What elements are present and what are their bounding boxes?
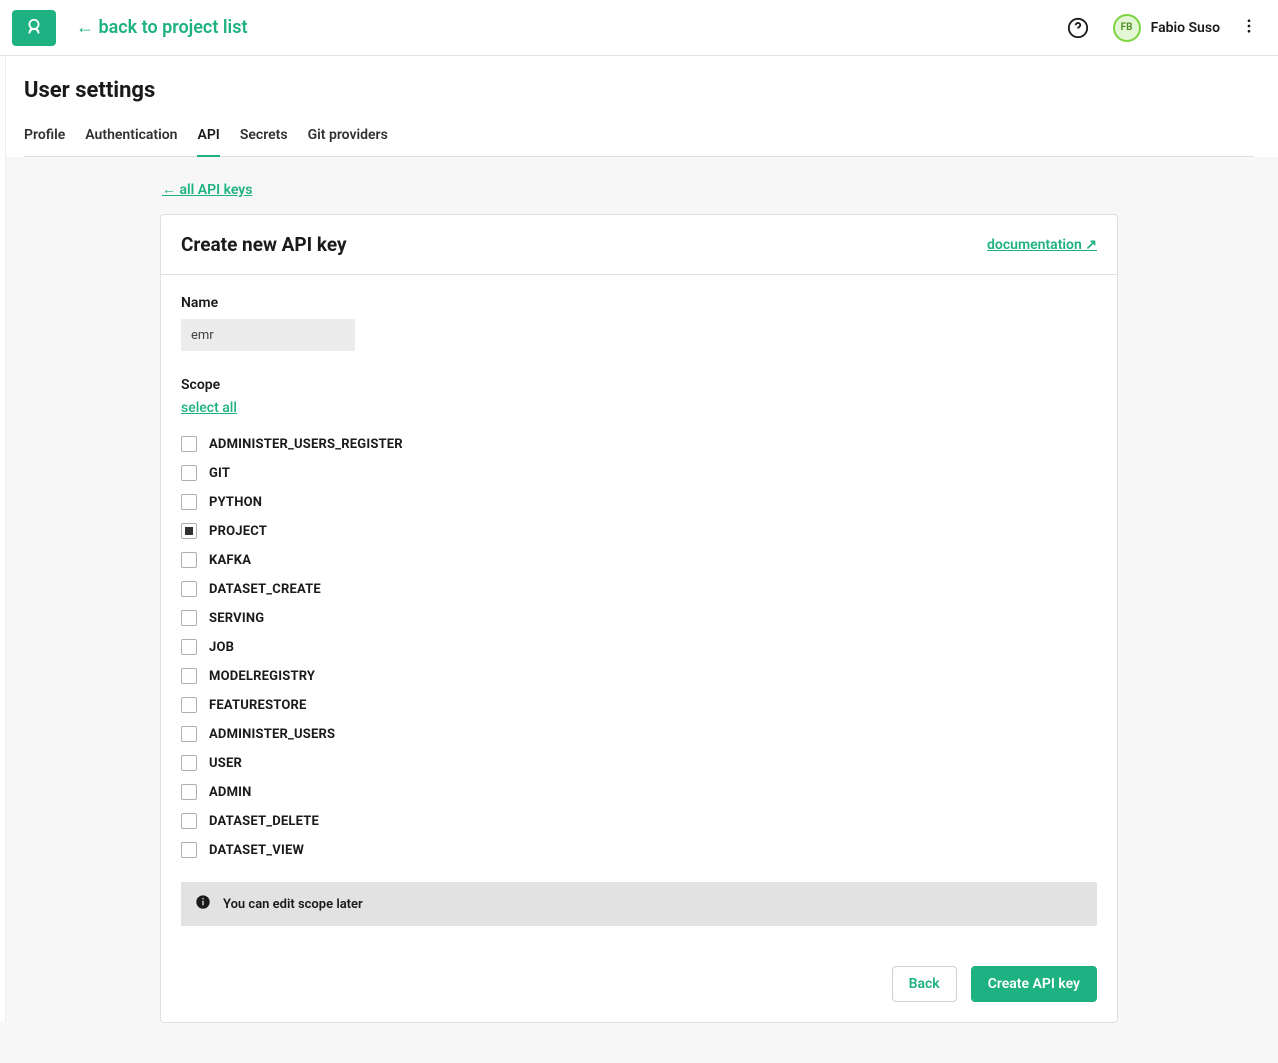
back-button[interactable]: Back <box>892 966 957 1002</box>
tab-api[interactable]: API <box>197 117 219 157</box>
scope-label: FEATURESTORE <box>209 698 307 713</box>
scope-row[interactable]: ADMIN <box>181 782 1097 802</box>
scope-label: DATASET_DELETE <box>209 814 319 829</box>
scope-row[interactable]: MODELREGISTRY <box>181 666 1097 686</box>
checkbox[interactable] <box>181 465 197 481</box>
tab-authentication[interactable]: Authentication <box>85 117 177 157</box>
scope-label: DATASET_VIEW <box>209 843 304 858</box>
create-api-key-card: Create new API key documentation ↗ Name … <box>160 214 1118 1023</box>
scope-label: GIT <box>209 466 230 481</box>
left-rail <box>0 56 6 1021</box>
scope-label: ADMINISTER_USERS_REGISTER <box>209 437 403 452</box>
content-area: all API keys Create new API key document… <box>0 157 1278 1063</box>
card-body: Name Scope select all ADMINISTER_USERS_R… <box>161 275 1117 946</box>
scope-row[interactable]: USER <box>181 753 1097 773</box>
info-text: You can edit scope later <box>223 897 363 912</box>
scope-label: ADMIN <box>209 785 252 800</box>
tab-git-providers[interactable]: Git providers <box>308 117 388 157</box>
scope-label: PYTHON <box>209 495 262 510</box>
scope-row[interactable]: GIT <box>181 463 1097 483</box>
select-all-link[interactable]: select all <box>181 400 237 416</box>
checkbox[interactable] <box>181 726 197 742</box>
tab-profile[interactable]: Profile <box>24 117 65 157</box>
avatar[interactable]: FB <box>1113 14 1141 42</box>
checkbox[interactable] <box>181 813 197 829</box>
scope-row[interactable]: ADMINISTER_USERS <box>181 724 1097 744</box>
checkbox[interactable] <box>181 552 197 568</box>
scope-label: ADMINISTER_USERS <box>209 727 335 742</box>
checkbox[interactable] <box>181 697 197 713</box>
scope-row[interactable]: JOB <box>181 637 1097 657</box>
scope-label: MODELREGISTRY <box>209 669 315 684</box>
username: Fabio Suso <box>1151 20 1220 36</box>
page-header: User settings Profile Authentication API Se… <box>0 56 1278 157</box>
checkbox[interactable] <box>181 668 197 684</box>
create-api-key-button[interactable]: Create API key <box>971 966 1097 1002</box>
name-input[interactable] <box>181 319 355 351</box>
scope-row[interactable]: FEATURESTORE <box>181 695 1097 715</box>
tabs: Profile Authentication API Secrets Git provi… <box>24 117 1254 157</box>
scope-row[interactable]: PROJECT <box>181 521 1097 541</box>
checkbox[interactable] <box>181 842 197 858</box>
scope-row[interactable]: DATASET_VIEW <box>181 840 1097 860</box>
card-footer: Back Create API key <box>161 946 1117 1022</box>
scope-label: PROJECT <box>209 524 267 539</box>
back-to-projects-link[interactable]: back to project list <box>76 17 248 38</box>
scope-label: KAFKA <box>209 553 251 568</box>
more-menu[interactable] <box>1236 13 1262 43</box>
card-title: Create new API key <box>181 233 347 256</box>
app-logo[interactable] <box>12 10 56 46</box>
scope-row[interactable]: DATASET_DELETE <box>181 811 1097 831</box>
checkbox[interactable] <box>181 755 197 771</box>
scope-label: DATASET_CREATE <box>209 582 321 597</box>
scope-row[interactable]: KAFKA <box>181 550 1097 570</box>
scope-row[interactable]: ADMINISTER_USERS_REGISTER <box>181 434 1097 454</box>
scope-row[interactable]: SERVING <box>181 608 1097 628</box>
tab-secrets[interactable]: Secrets <box>240 117 288 157</box>
checkbox[interactable] <box>181 436 197 452</box>
scope-label: SERVING <box>209 611 264 626</box>
checkbox[interactable] <box>181 581 197 597</box>
page-title: User settings <box>24 78 1254 103</box>
documentation-link[interactable]: documentation ↗ <box>987 237 1097 253</box>
info-icon <box>195 894 211 914</box>
scope-label: Scope <box>181 377 1097 393</box>
checkbox[interactable] <box>181 523 197 539</box>
checkbox[interactable] <box>181 784 197 800</box>
name-label: Name <box>181 295 1097 311</box>
info-bar: You can edit scope later <box>181 882 1097 926</box>
back-to-api-keys-link[interactable]: all API keys <box>162 181 252 198</box>
scope-label: USER <box>209 756 242 771</box>
top-bar: back to project list FB Fabio Suso <box>0 0 1278 56</box>
scope-list: ADMINISTER_USERS_REGISTER GIT PYTHON PROJEC… <box>181 434 1097 860</box>
scope-row[interactable]: DATASET_CREATE <box>181 579 1097 599</box>
card-header: Create new API key documentation ↗ <box>161 215 1117 275</box>
checkbox[interactable] <box>181 494 197 510</box>
checkbox[interactable] <box>181 610 197 626</box>
scope-label: JOB <box>209 640 234 655</box>
scope-row[interactable]: PYTHON <box>181 492 1097 512</box>
help-icon[interactable] <box>1061 11 1095 45</box>
checkbox[interactable] <box>181 639 197 655</box>
